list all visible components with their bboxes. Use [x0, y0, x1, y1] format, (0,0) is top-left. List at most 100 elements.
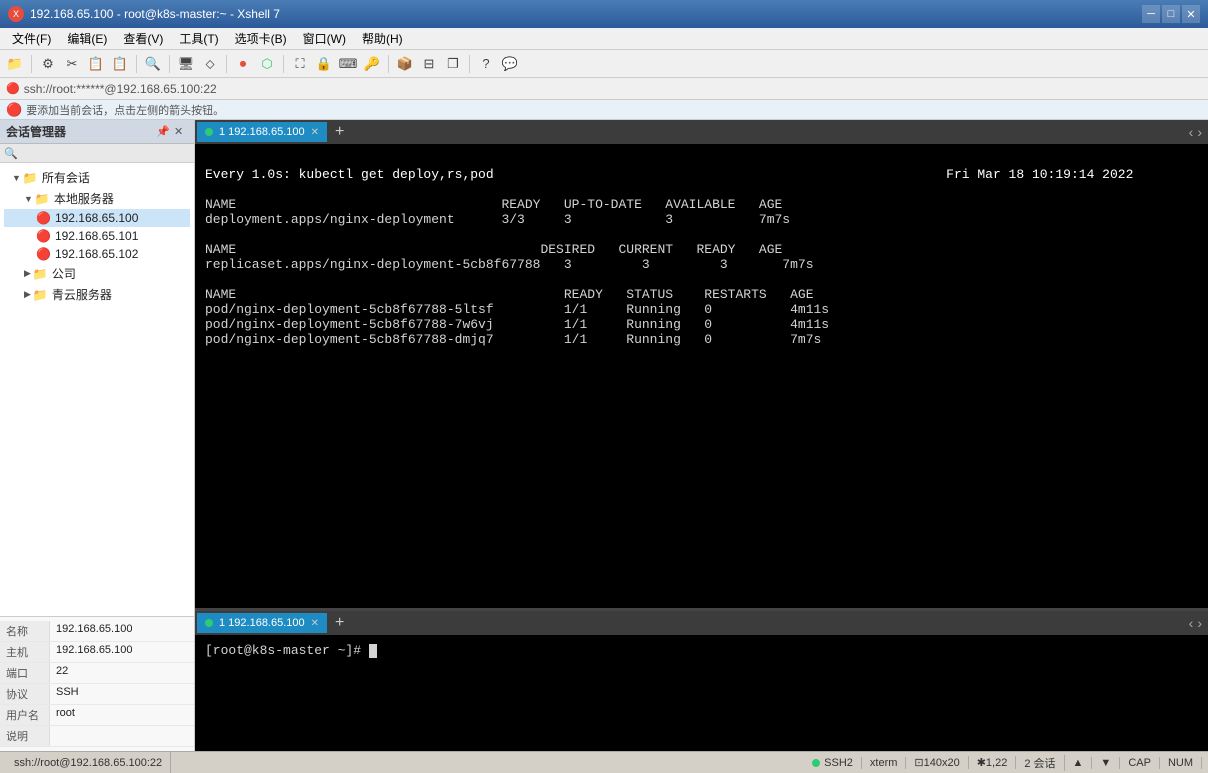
menu-item-编辑(E)[interactable]: 编辑(E): [59, 28, 115, 49]
tree-conn-2[interactable]: 🔴 192.168.65.101: [4, 227, 190, 245]
tree-conn-1[interactable]: 🔴 192.168.65.100: [4, 209, 190, 227]
tab-add-bottom[interactable]: +: [329, 614, 350, 632]
prop-protocol: 协议 SSH: [0, 684, 194, 705]
tab-top-1[interactable]: 1 192.168.65.100 ✕: [197, 122, 327, 142]
toolbar-btn3[interactable]: ✂: [61, 53, 83, 75]
status-sessions-text: 2 会话: [1024, 755, 1055, 771]
toolbar-btn10[interactable]: ⬡: [256, 53, 278, 75]
tab-close-1[interactable]: ✕: [311, 127, 319, 138]
toolbar-btn7[interactable]: 🖥: [175, 53, 197, 75]
prop-key-username: 用户名: [0, 705, 50, 725]
close-button[interactable]: ✕: [1182, 5, 1200, 23]
tab-add-top[interactable]: +: [329, 123, 350, 141]
prop-key-host: 主机: [0, 642, 50, 662]
term-table3-row1: pod/nginx-deployment-5cb8f67788-5ltsf 1/…: [205, 302, 829, 317]
toolbar-btn15[interactable]: 📦: [394, 53, 416, 75]
status-path-text: ssh://root@192.168.65.100:22: [14, 757, 162, 769]
terminal-top-content[interactable]: Every 1.0s: kubectl get deploy,rs,pod Fr…: [195, 144, 1208, 608]
tree-label-local: 本地服务器: [54, 190, 114, 207]
title-bar: X 192.168.65.100 - root@k8s-master:~ - X…: [0, 0, 1208, 28]
tab-nav-bottom-left[interactable]: ‹: [1189, 615, 1194, 631]
tab-close-bottom-1[interactable]: ✕: [311, 618, 319, 629]
menu-item-查看(V)[interactable]: 查看(V): [115, 28, 171, 49]
prop-val-name: 192.168.65.100: [50, 621, 194, 641]
status-size-text: 140x20: [924, 757, 960, 769]
close-panel-icon[interactable]: ✕: [174, 125, 188, 139]
toolbar-btn12[interactable]: 🔒: [313, 53, 335, 75]
term-timestamp: Fri Mar 18 10:19:14 2022: [946, 167, 1133, 182]
prop-val-host: 192.168.65.100: [50, 642, 194, 662]
menu-item-窗口(W)[interactable]: 窗口(W): [295, 28, 354, 49]
tree-conn-3[interactable]: 🔴 192.168.65.102: [4, 245, 190, 263]
tab-nav-left[interactable]: ‹: [1189, 124, 1194, 140]
session-panel: 会话管理器 📌 ✕ 🔍 ▼ 📁 所有会话 ▼ 📁 本地服务器: [0, 120, 195, 751]
term-table1-row1: deployment.apps/nginx-deployment 3/3 3 3…: [205, 212, 790, 227]
tab-nav-right[interactable]: ›: [1197, 124, 1202, 140]
terminal-bottom-content[interactable]: [root@k8s-master ~]#: [195, 635, 1208, 751]
minimize-button[interactable]: ─: [1142, 5, 1160, 23]
status-nav-up[interactable]: ▲: [1065, 757, 1093, 769]
info-bar: 🔴 要添加当前会话，点击左侧的箭头按钮。: [0, 100, 1208, 120]
menu-item-帮助(H)[interactable]: 帮助(H): [354, 28, 411, 49]
prop-val-protocol: SSH: [50, 684, 194, 704]
status-right: SSH2 xterm ⊡ 140x20 ✱ 1,22 2 会话 ▲ ▼ CAP …: [804, 755, 1202, 771]
tab-bar-bottom: 1 192.168.65.100 ✕ + ‹ ›: [195, 611, 1208, 635]
tab-nav-bottom-right[interactable]: ›: [1197, 615, 1202, 631]
term-every: Every 1.0s: kubectl get deploy,rs,pod: [205, 167, 494, 182]
conn-icon-3: 🔴: [36, 247, 51, 261]
properties-area: 名称 192.168.65.100 主机 192.168.65.100 端口 2…: [0, 616, 194, 751]
conn-icon-2: 🔴: [36, 229, 51, 243]
menu-item-工具(T)[interactable]: 工具(T): [171, 28, 226, 49]
toolbar-btn14[interactable]: 🔑: [361, 53, 383, 75]
toolbar-btn4[interactable]: 📋: [85, 53, 107, 75]
maximize-button[interactable]: □: [1162, 5, 1180, 23]
toolbar-sep-1: [31, 55, 32, 73]
tab-nav-bottom: ‹ ›: [1189, 615, 1206, 631]
info-text: 要添加当前会话，点击左侧的箭头按钮。: [26, 102, 224, 118]
toolbar-btn9[interactable]: ⏺: [232, 53, 254, 75]
term-table3-header: NAME READY STATUS RESTARTS AGE: [205, 287, 814, 302]
pin-icon[interactable]: 📌: [156, 125, 170, 139]
status-path: ssh://root@192.168.65.100:22: [6, 752, 171, 773]
prop-val-port: 22: [50, 663, 194, 683]
toolbar-btn17[interactable]: ❐: [442, 53, 464, 75]
search-icon[interactable]: 🔍: [4, 148, 18, 160]
tree-local-servers[interactable]: ▼ 📁 本地服务器: [4, 188, 190, 209]
toolbar-btn11[interactable]: ⛶: [289, 53, 311, 75]
term-prompt: [root@k8s-master ~]#: [205, 643, 369, 658]
tree-all-sessions[interactable]: ▼ 📁 所有会话: [4, 167, 190, 188]
prop-key-port: 端口: [0, 663, 50, 683]
folder-icon-local: 📁: [35, 192, 50, 206]
tab-bottom-1[interactable]: 1 192.168.65.100 ✕: [197, 613, 327, 633]
window-controls: ─ □ ✕: [1142, 5, 1200, 23]
toolbar-chat[interactable]: 💬: [499, 53, 521, 75]
terminal-area: 1 192.168.65.100 ✕ + ‹ › Every 1.0s: kub…: [195, 120, 1208, 751]
toolbar-btn16[interactable]: ⊟: [418, 53, 440, 75]
toolbar-btn8[interactable]: ⬦: [199, 53, 221, 75]
menu-item-选项卡(B)[interactable]: 选项卡(B): [227, 28, 295, 49]
tree-arrow-cloud: ▶: [24, 289, 31, 300]
session-header-icons: 📌 ✕: [156, 125, 188, 139]
toolbar: 📁 ⚙ ✂ 📋 📋 🔍 🖥 ⬦ ⏺ ⬡ ⛶ 🔒 ⌨ 🔑 📦 ⊟ ❐ ? 💬: [0, 50, 1208, 78]
status-pos-icon: ✱: [977, 756, 986, 769]
tab-bar-top: 1 192.168.65.100 ✕ + ‹ ›: [195, 120, 1208, 144]
session-tree: ▼ 📁 所有会话 ▼ 📁 本地服务器 🔴 192.168.65.100 🔴 19…: [0, 163, 194, 616]
term-command-line: Every 1.0s: kubectl get deploy,rs,pod Fr…: [205, 167, 1133, 182]
tree-arrow-company: ▶: [24, 268, 31, 279]
tree-label-cloud: 青云服务器: [52, 286, 112, 303]
tree-company[interactable]: ▶ 📁 公司: [4, 263, 190, 284]
toolbar-help[interactable]: ?: [475, 53, 497, 75]
toolbar-btn13[interactable]: ⌨: [337, 53, 359, 75]
toolbar-btn2[interactable]: ⚙: [37, 53, 59, 75]
status-nav-down[interactable]: ▼: [1092, 757, 1120, 769]
toolbar-btn5[interactable]: 📋: [109, 53, 131, 75]
menu-item-文件(F)[interactable]: 文件(F): [4, 28, 59, 49]
main-layout: 会话管理器 📌 ✕ 🔍 ▼ 📁 所有会话 ▼ 📁 本地服务器: [0, 120, 1208, 751]
app-icon: X: [8, 6, 24, 22]
tree-arrow-local: ▼: [24, 194, 33, 204]
status-position: ✱ 1,22: [969, 756, 1017, 769]
toolbar-new[interactable]: 📁: [4, 53, 26, 75]
toolbar-btn6[interactable]: 🔍: [142, 53, 164, 75]
tree-cloud[interactable]: ▶ 📁 青云服务器: [4, 284, 190, 305]
tab-label-1: 1 192.168.65.100: [219, 126, 305, 138]
